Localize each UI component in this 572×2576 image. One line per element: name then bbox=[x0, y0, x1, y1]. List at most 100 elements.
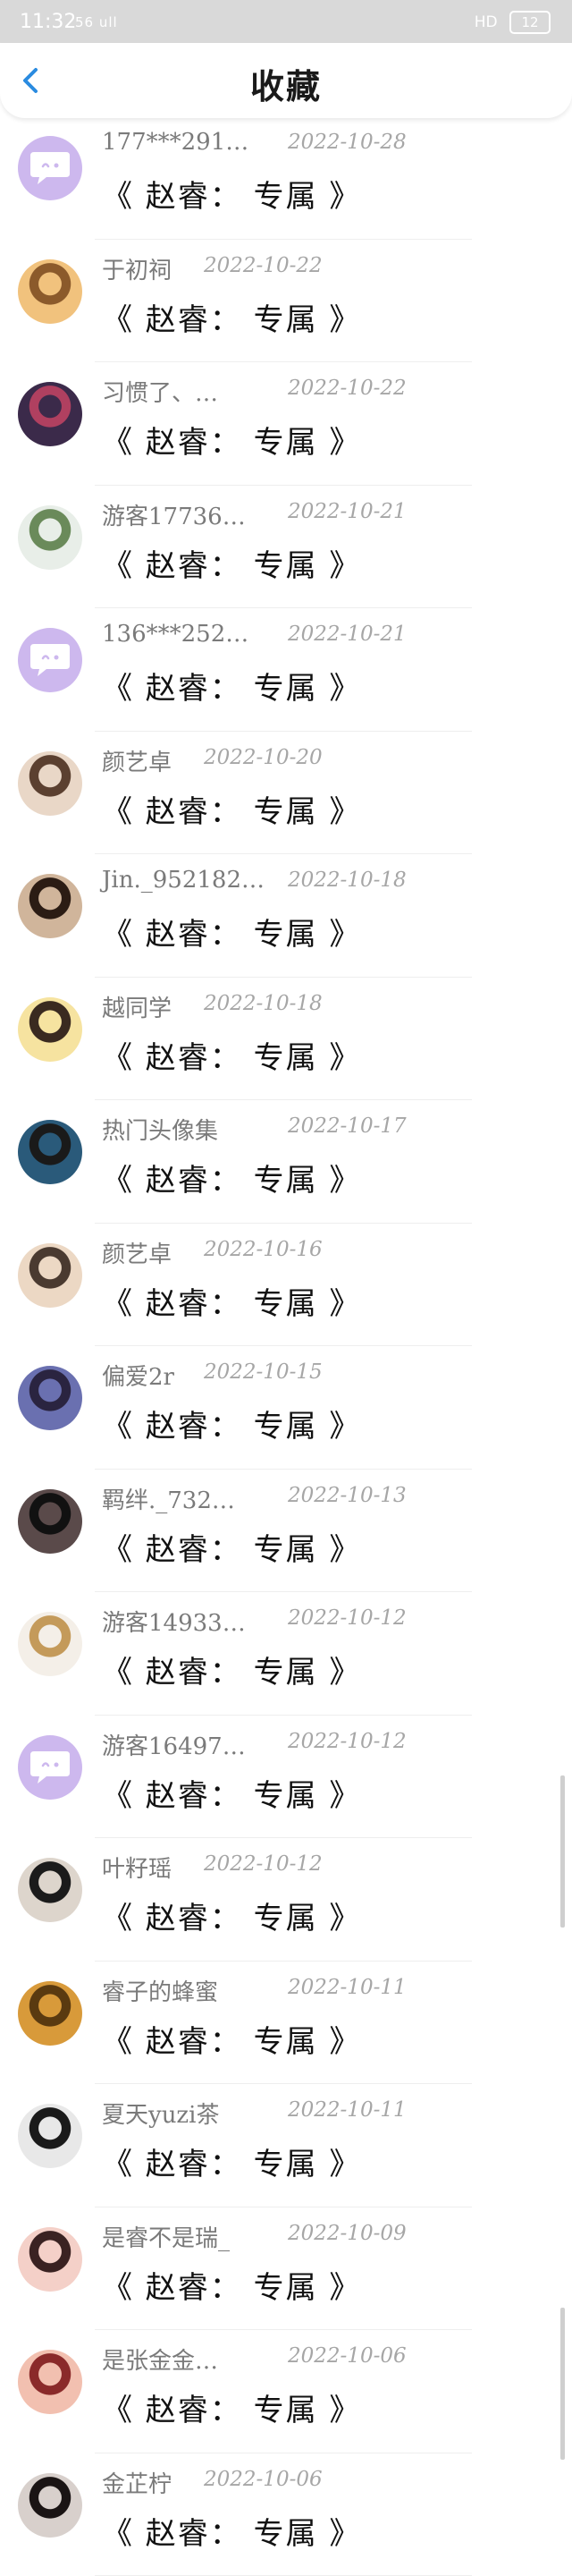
user-name: 游客14933… bbox=[102, 1605, 246, 1638]
item-date: 2022-10-16 bbox=[204, 1238, 323, 1261]
item-title: 《 赵睿： 专属 》 bbox=[102, 2385, 361, 2429]
user-name: 于初祠 bbox=[102, 252, 172, 285]
item-date: 2022-10-20 bbox=[204, 746, 323, 769]
list-item[interactable]: 于初祠 2022-10-22 《 赵睿： 专属 》 bbox=[0, 240, 572, 363]
item-date: 2022-10-22 bbox=[204, 254, 323, 277]
item-title: 《 赵睿： 专属 》 bbox=[102, 2263, 361, 2307]
item-title: 《 赵睿： 专属 》 bbox=[102, 2140, 361, 2183]
list-item[interactable]: 羁绊._732…2022-10-13《 赵睿： 专属 》 bbox=[0, 1470, 572, 1593]
list-item[interactable]: 游客17736…2022-10-21《 赵睿： 专属 》 bbox=[0, 486, 572, 609]
chat-avatar-icon[interactable] bbox=[18, 628, 82, 692]
user-name: 游客16497… bbox=[102, 1728, 246, 1761]
user-name: 习惯了、… bbox=[102, 375, 218, 408]
item-title: 《 赵睿： 专属 》 bbox=[102, 910, 361, 953]
user-name: 177***291… bbox=[102, 129, 248, 156]
user-avatar[interactable] bbox=[18, 1366, 82, 1430]
item-date: 2022-10-21 bbox=[288, 623, 407, 646]
item-date: 2022-10-12 bbox=[288, 1730, 407, 1753]
user-name: 是睿不是瑞_ bbox=[102, 2220, 230, 2253]
signal-icon: 56 ull bbox=[75, 14, 118, 30]
list-item[interactable]: 177***291…2022-10-28《 赵睿： 专属 》 bbox=[0, 116, 572, 240]
list-item[interactable]: 热门头像集 2022-10-17 《 赵睿： 专属 》 bbox=[0, 1100, 572, 1224]
user-name: Jin._952182… bbox=[102, 867, 265, 894]
user-name: 睿子的蜂蜜 bbox=[102, 1974, 218, 2007]
item-date: 2022-10-15 bbox=[204, 1360, 323, 1384]
item-date: 2022-10-18 bbox=[288, 869, 407, 892]
item-title: 《 赵睿： 专属 》 bbox=[102, 295, 361, 339]
user-avatar[interactable] bbox=[18, 997, 82, 1062]
item-title: 《 赵睿： 专属 》 bbox=[102, 418, 361, 462]
list-item[interactable]: 是张金金… 2022-10-06 《 赵睿： 专属 》 bbox=[0, 2330, 572, 2453]
item-title: 《 赵睿： 专属 》 bbox=[102, 664, 361, 708]
item-title: 《 赵睿： 专属 》 bbox=[102, 172, 361, 216]
item-date: 2022-10-17 bbox=[288, 1114, 407, 1138]
item-date: 2022-10-09 bbox=[288, 2222, 407, 2245]
user-avatar[interactable] bbox=[18, 1981, 82, 2046]
item-title: 《 赵睿： 专属 》 bbox=[102, 1402, 361, 1445]
list-item[interactable]: 习惯了、…2022-10-22《 赵睿： 专属 》 bbox=[0, 362, 572, 486]
user-name: 颜艺卓 bbox=[102, 1236, 172, 1269]
network-label: HD bbox=[475, 13, 498, 31]
list-item[interactable]: 睿子的蜂蜜2022-10-11《 赵睿： 专属 》 bbox=[0, 1962, 572, 2085]
list-item[interactable]: 颜艺卓 2022-10-20 《 赵睿： 专属 》 bbox=[0, 732, 572, 855]
item-title: 《 赵睿： 专属 》 bbox=[102, 1894, 361, 1937]
chat-avatar-icon[interactable] bbox=[18, 136, 82, 200]
status-bar: 11:32 56 ull HD 12 bbox=[0, 0, 572, 43]
list-item[interactable]: 是睿不是瑞_ 2022-10-09 《 赵睿： 专属 》 bbox=[0, 2207, 572, 2331]
user-name: 136***252… bbox=[102, 621, 248, 648]
item-title: 《 赵睿： 专属 》 bbox=[102, 1525, 361, 1569]
user-name: 颜艺卓 bbox=[102, 744, 172, 777]
user-avatar[interactable] bbox=[18, 505, 82, 570]
item-date: 2022-10-21 bbox=[288, 500, 407, 523]
item-date: 2022-10-13 bbox=[288, 1484, 407, 1507]
user-avatar[interactable] bbox=[18, 1489, 82, 1554]
chat-avatar-icon[interactable] bbox=[18, 1735, 82, 1800]
user-avatar[interactable] bbox=[18, 1120, 82, 1184]
list-item[interactable]: 游客14933… 2022-10-12 《 赵睿： 专属 》 bbox=[0, 1592, 572, 1716]
user-name: 夏天yuzi茶 bbox=[102, 2097, 219, 2130]
user-avatar[interactable] bbox=[18, 2104, 82, 2168]
user-name: 叶籽瑶 bbox=[102, 1851, 172, 1884]
user-avatar[interactable] bbox=[18, 2350, 82, 2414]
item-title: 《 赵睿： 专属 》 bbox=[102, 787, 361, 831]
user-avatar[interactable] bbox=[18, 259, 82, 324]
user-name: 金芷柠 bbox=[102, 2466, 172, 2499]
user-avatar[interactable] bbox=[18, 1612, 82, 1676]
user-name: 热门头像集 bbox=[102, 1113, 218, 1146]
item-title: 《 赵睿： 专属 》 bbox=[102, 541, 361, 585]
list-item[interactable]: 金芷柠 2022-10-06 《 赵睿： 专属 》 bbox=[0, 2453, 572, 2576]
user-avatar[interactable] bbox=[18, 2227, 82, 2292]
item-title: 《 赵睿： 专属 》 bbox=[102, 1648, 361, 1691]
scrollbar-thumb[interactable] bbox=[560, 1775, 565, 1928]
item-title: 《 赵睿： 专属 》 bbox=[102, 1771, 361, 1815]
battery-level: 12 bbox=[521, 14, 538, 30]
item-date: 2022-10-18 bbox=[204, 992, 323, 1015]
user-name: 越同学 bbox=[102, 990, 172, 1023]
item-date: 2022-10-06 bbox=[288, 2344, 407, 2368]
user-avatar[interactable] bbox=[18, 751, 82, 816]
user-avatar[interactable] bbox=[18, 1243, 82, 1308]
user-avatar[interactable] bbox=[18, 382, 82, 446]
item-title: 《 赵睿： 专属 》 bbox=[102, 1279, 361, 1323]
list-item[interactable]: 游客16497… 2022-10-12 《 赵睿： 专属 》 bbox=[0, 1716, 572, 1839]
scrollbar-thumb-lower[interactable] bbox=[560, 2308, 565, 2460]
list-item[interactable]: 夏天yuzi茶2022-10-11《 赵睿： 专属 》 bbox=[0, 2084, 572, 2207]
user-avatar[interactable] bbox=[18, 1858, 82, 1922]
list-item[interactable]: Jin._952182… 2022-10-18 《 赵睿： 专属 》 bbox=[0, 854, 572, 978]
user-avatar[interactable] bbox=[18, 2473, 82, 2538]
list-item[interactable]: 136***252… 2022-10-21 《 赵睿： 专属 》 bbox=[0, 608, 572, 732]
item-date: 2022-10-06 bbox=[204, 2468, 323, 2491]
list-item[interactable]: 颜艺卓 2022-10-16 《 赵睿： 专属 》 bbox=[0, 1224, 572, 1347]
list-item[interactable]: 偏爱2r2022-10-15《 赵睿： 专属 》 bbox=[0, 1346, 572, 1470]
item-title: 《 赵睿： 专属 》 bbox=[102, 2509, 361, 2553]
item-date: 2022-10-12 bbox=[288, 1606, 407, 1630]
page-title: 收藏 bbox=[0, 59, 572, 108]
list-item[interactable]: 越同学2022-10-18《 赵睿： 专属 》 bbox=[0, 978, 572, 1101]
list-item[interactable]: 叶籽瑶 2022-10-12 《 赵睿： 专属 》 bbox=[0, 1838, 572, 1962]
user-name: 是张金金… bbox=[102, 2343, 218, 2376]
user-avatar[interactable] bbox=[18, 874, 82, 938]
item-title: 《 赵睿： 专属 》 bbox=[102, 2017, 361, 2061]
status-time: 11:32 bbox=[20, 11, 76, 33]
item-title: 《 赵睿： 专属 》 bbox=[102, 1156, 361, 1199]
item-date: 2022-10-12 bbox=[204, 1852, 323, 1876]
